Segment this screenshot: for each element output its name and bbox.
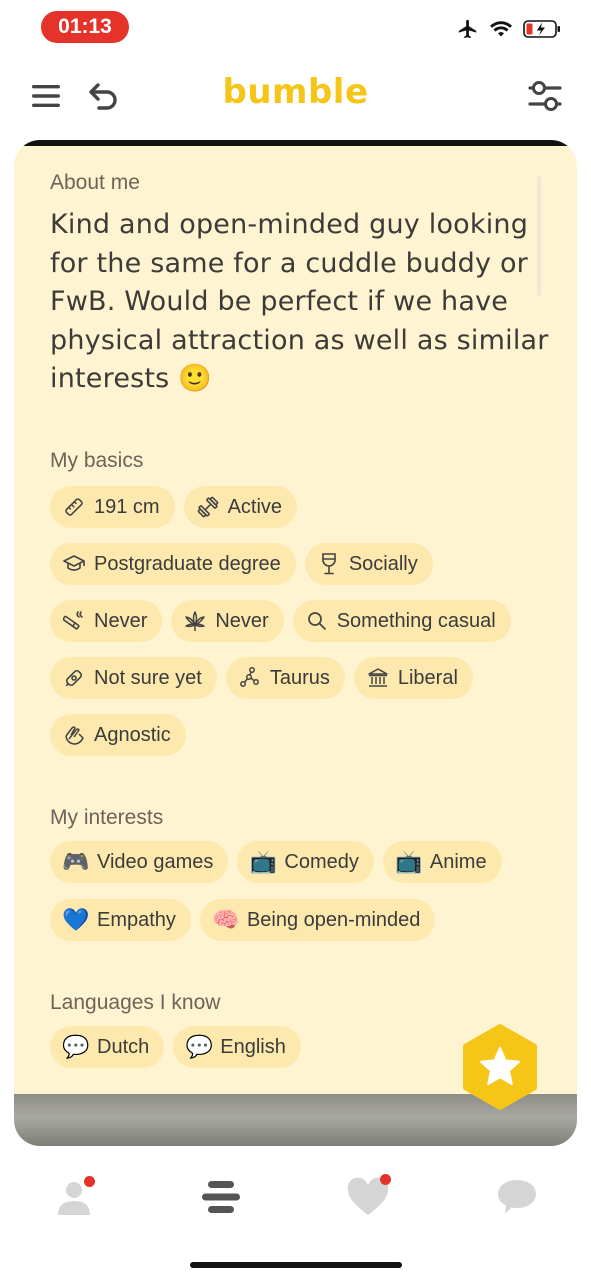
- basic-chip-star-sign: Taurus: [225, 657, 345, 699]
- bottom-nav: [0, 1160, 591, 1240]
- chip-label: Postgraduate degree: [94, 552, 281, 575]
- dumbbell-icon: [197, 496, 219, 518]
- nav-chats[interactable]: [487, 1172, 547, 1222]
- basics-row: Agnostic: [50, 714, 186, 756]
- chip-label: Socially: [348, 552, 418, 575]
- basics-title: My basics: [50, 449, 144, 472]
- speech-bubble-icon: 💬: [185, 1034, 213, 1059]
- basics-row: 191 cm Active: [50, 486, 298, 528]
- chip-label: Being open-minded: [246, 908, 421, 931]
- notification-dot: [380, 1174, 391, 1185]
- nav-liked-you[interactable]: [338, 1172, 398, 1222]
- television-icon: 📺: [395, 849, 423, 874]
- constellation-icon: [239, 667, 261, 689]
- basics-row: Not sure yet Taurus Liberal: [50, 657, 473, 699]
- status-time: 01:13: [41, 11, 129, 43]
- interest-chip-anime: 📺 Anime: [382, 841, 502, 883]
- basics-row: Postgraduate degree Socially: [50, 543, 433, 585]
- chip-label: Video games: [97, 850, 214, 873]
- filter-sliders-icon: [528, 81, 562, 111]
- chip-label: Taurus: [269, 666, 330, 689]
- notification-dot: [84, 1176, 95, 1187]
- status-bar: 01:13: [0, 0, 591, 56]
- profile-card[interactable]: About me Kind and open-minded guy lookin…: [14, 140, 577, 1146]
- chip-label: English: [220, 1035, 286, 1058]
- nav-profile[interactable]: [44, 1172, 104, 1222]
- status-icons: [457, 18, 561, 40]
- chip-label: Never: [94, 609, 148, 632]
- chat-bubble-icon: [498, 1180, 536, 1214]
- chip-label: Dutch: [97, 1035, 150, 1058]
- interest-chip-comedy: 📺 Comedy: [237, 841, 374, 883]
- search-icon: [306, 610, 328, 632]
- languages-title: Languages I know: [50, 991, 221, 1014]
- blue-heart-icon: 💙: [62, 907, 90, 932]
- home-indicator: [190, 1262, 402, 1268]
- chip-label: Active: [227, 495, 283, 518]
- interests-row: 🎮 Video games 📺 Comedy 📺 Anime: [50, 841, 502, 883]
- graduation-cap-icon: [63, 553, 85, 575]
- card-top-edge: [14, 140, 577, 146]
- interest-chip-video-games: 🎮 Video games: [50, 841, 229, 883]
- basic-chip-looking-for: Something casual: [292, 600, 511, 642]
- languages-row: 💬 Dutch 💬 English: [50, 1026, 301, 1068]
- pacifier-icon: [63, 667, 85, 689]
- game-controller-icon: 🎮: [62, 849, 90, 874]
- cannabis-leaf-icon: [184, 610, 206, 632]
- wine-glass-icon: [318, 553, 340, 575]
- brain-icon: 🧠: [212, 907, 240, 932]
- chip-label: Something casual: [336, 609, 496, 632]
- about-text: Kind and open-minded guy looking for the…: [50, 209, 549, 394]
- bumble-logo-icon: [202, 1181, 240, 1213]
- language-chip-dutch: 💬 Dutch: [50, 1026, 165, 1068]
- interest-chip-open-minded: 🧠 Being open-minded: [199, 899, 436, 941]
- basic-chip-religion: Agnostic: [50, 714, 186, 756]
- basic-chip-education: Postgraduate degree: [50, 543, 296, 585]
- brand-logo: bumble: [222, 72, 369, 112]
- basic-chip-cannabis: Never: [171, 600, 284, 642]
- interest-chip-empathy: 💙 Empathy: [50, 899, 191, 941]
- government-building-icon: [367, 667, 389, 689]
- basics-row: Never Never Something casual: [50, 600, 511, 642]
- ruler-icon: [63, 496, 85, 518]
- chip-label: Empathy: [97, 908, 176, 931]
- wifi-icon: [490, 21, 512, 37]
- smoking-icon: [63, 610, 85, 632]
- chip-label: Liberal: [397, 666, 458, 689]
- chip-label: Not sure yet: [94, 666, 202, 689]
- chip-label: Anime: [429, 850, 487, 873]
- battery-charging-icon: [523, 20, 560, 38]
- basic-chip-politics: Liberal: [353, 657, 473, 699]
- nav-discover[interactable]: [191, 1172, 251, 1222]
- airplane-mode-icon: [458, 19, 477, 39]
- chip-label: Never: [215, 609, 269, 632]
- language-chip-english: 💬 English: [173, 1026, 301, 1068]
- superswipe-button[interactable]: [457, 1024, 543, 1110]
- app-bar: bumble: [0, 60, 591, 134]
- basic-chip-smoking: Never: [50, 600, 163, 642]
- filters-button[interactable]: [525, 76, 565, 116]
- chip-label: 191 cm: [94, 495, 160, 518]
- television-icon: 📺: [249, 849, 278, 874]
- basic-chip-drinking: Socially: [304, 543, 433, 585]
- about-title: About me: [50, 171, 140, 194]
- praying-hands-icon: [63, 724, 85, 746]
- interests-title: My interests: [50, 806, 164, 829]
- chip-label: Comedy: [284, 850, 359, 873]
- basic-chip-exercise: Active: [183, 486, 298, 528]
- basic-chip-kids: Not sure yet: [50, 657, 217, 699]
- speech-bubble-icon: 💬: [62, 1034, 90, 1059]
- chip-label: Agnostic: [94, 723, 171, 746]
- interests-row: 💙 Empathy 🧠 Being open-minded: [50, 899, 436, 941]
- basic-chip-height: 191 cm: [50, 486, 175, 528]
